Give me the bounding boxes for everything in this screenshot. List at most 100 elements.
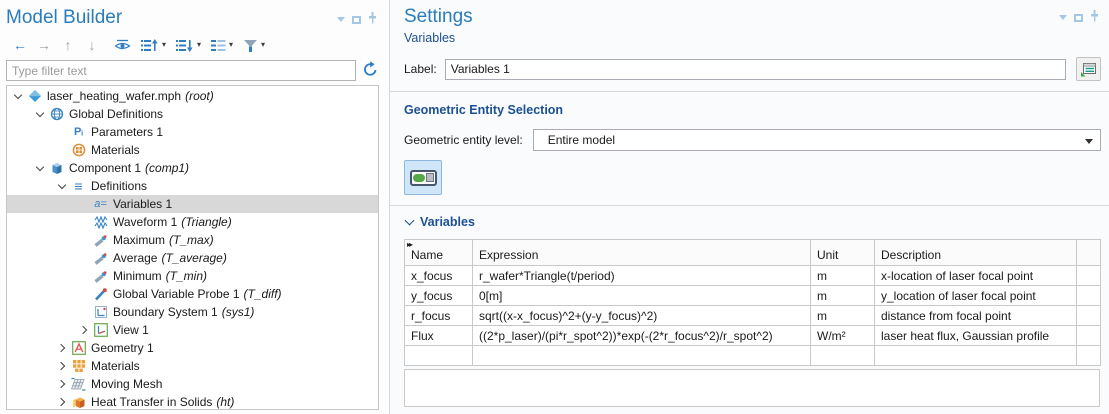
tree-item-maximum[interactable]: Maximum (T_max) [7,231,378,249]
cell-expression[interactable]: r_wafer*Triangle(t/period) [473,266,811,286]
chevron-down-icon[interactable]: ▾ [197,41,201,49]
tree-item-geometry1[interactable]: Geometry 1 [7,339,378,357]
cell-description[interactable]: distance from focal point [875,306,1077,326]
float-window-icon[interactable] [352,16,361,24]
chevron-spacer [77,251,92,265]
cell-expression[interactable]: 0[m] [473,286,811,306]
cell-name[interactable]: y_focus [405,286,473,306]
tree-item-waveform1[interactable]: Waveform 1 (Triangle) [7,213,378,231]
tree-filter-input[interactable] [6,60,356,81]
chevron-down-icon[interactable] [33,107,48,121]
cell-name[interactable]: r_focus [405,306,473,326]
tree-item-root[interactable]: laser_heating_wafer.mph (root) [7,87,378,105]
cell-spacer [1077,266,1101,286]
cell-name[interactable]: x_focus [405,266,473,286]
show-in-table-button[interactable] [1076,57,1101,81]
cell-description[interactable]: x-location of laser focal point [875,266,1077,286]
tree-item-view1[interactable]: View 1 [7,321,378,339]
table-empty-row[interactable] [405,346,1101,366]
chevron-right-icon[interactable] [55,359,70,373]
forward-arrow-icon[interactable]: → [32,36,56,54]
chevron-down-icon[interactable] [33,161,48,175]
column-header-expression[interactable]: Expression [473,240,811,266]
expand-tree-button[interactable]: ▾ [141,39,166,52]
panel-menu-caret-icon[interactable] [1059,15,1067,20]
column-header-unit[interactable]: Unit [811,240,875,266]
tree-item-label: Waveform 1 [113,215,177,229]
column-header-description[interactable]: Description [875,240,1077,266]
pin-window-icon[interactable] [1090,10,1099,25]
filter-button[interactable]: ▾ [243,39,265,52]
cell-unit: m [811,306,875,326]
cell-name[interactable] [405,346,473,366]
chevron-right-icon[interactable] [55,341,70,355]
tree-item-moving-mesh[interactable]: Moving Mesh [7,375,378,393]
tree-item-parameters[interactable]: Parameters 1 [7,123,378,141]
tree-item-materials-global[interactable]: Materials [7,141,378,159]
probe-icon [92,269,109,283]
cell-name[interactable]: Flux [405,326,473,346]
cell-expression[interactable] [473,346,811,366]
label-field-caption: Label: [404,62,437,76]
settings-window-controls [1059,10,1099,25]
variable-row-flux[interactable]: Flux ((2*p_laser)/(pi*r_spot^2))*exp(-(2… [405,326,1101,346]
tree-item-global-variable-probe[interactable]: Global Variable Probe 1 (T_diff) [7,285,378,303]
column-header-name[interactable]: ▸▸ Name [405,240,473,266]
variables-section-header[interactable]: Variables [404,215,1101,229]
panel-menu-caret-icon[interactable] [337,17,345,22]
chevron-down-icon[interactable]: ▾ [162,41,166,49]
globe-icon [48,107,65,121]
move-up-arrow-icon[interactable]: ↑ [56,36,80,54]
label-input[interactable] [445,59,1066,80]
chevron-right-icon[interactable] [55,395,70,409]
back-arrow-icon[interactable]: ← [8,36,32,54]
variables-icon [92,198,109,210]
show-eye-icon[interactable] [114,36,131,54]
cell-description[interactable]: y_location of laser focal point [875,286,1077,306]
chevron-down-icon[interactable]: ▾ [261,41,265,49]
chevron-down-icon[interactable] [55,179,70,193]
tree-item-label: Geometry 1 [91,341,154,355]
active-selection-toggle-button[interactable] [404,160,442,195]
section-divider [390,91,1109,92]
chevron-right-icon[interactable] [77,323,92,337]
cell-description[interactable] [875,346,1077,366]
variables-section-title: Variables [420,215,475,229]
tree-item-minimum[interactable]: Minimum (T_min) [7,267,378,285]
entity-level-dropdown[interactable]: Entire model [533,129,1101,151]
tree-item-materials-component[interactable]: Materials [7,357,378,375]
tree-item-average[interactable]: Average (T_average) [7,249,378,267]
chevron-down-icon[interactable] [11,89,26,103]
model-root-icon [26,89,43,103]
tree-item-label: Component 1 [69,161,141,175]
chevron-down-icon[interactable] [404,216,420,228]
model-builder-window-controls [337,12,377,27]
tree-item-boundary-system[interactable]: Boundary System 1 (sys1) [7,303,378,321]
tree-item-label: Moving Mesh [91,377,162,391]
variable-row-y-focus[interactable]: y_focus 0[m] m y_location of laser focal… [405,286,1101,306]
tree-item-component1[interactable]: Component 1 (comp1) [7,159,378,177]
tree-item-label: Definitions [91,179,147,193]
cell-spacer [1077,346,1101,366]
tree-item-heat-transfer[interactable]: Heat Transfer in Solids (ht) [7,393,378,410]
chevron-right-icon[interactable] [55,377,70,391]
chevron-down-icon[interactable]: ▾ [229,41,233,49]
chevron-down-icon [1085,139,1093,144]
refresh-icon[interactable] [362,61,379,80]
definitions-icon [70,178,87,194]
tree-item-global-definitions[interactable]: Global Definitions [7,105,378,123]
cell-description[interactable]: laser heat flux, Gaussian profile [875,326,1077,346]
move-down-arrow-icon[interactable]: ↓ [80,36,104,54]
tree-item-variables1[interactable]: Variables 1 [7,195,378,213]
row-marker-icon: ▸▸ [407,240,411,249]
cell-spacer [1077,286,1101,306]
cell-expression[interactable]: ((2*p_laser)/(pi*r_spot^2))*exp(-(2*r_fo… [473,326,811,346]
variable-row-r-focus[interactable]: r_focus sqrt((x-x_focus)^2+(y-y_focus)^2… [405,306,1101,326]
cell-expression[interactable]: sqrt((x-x_focus)^2+(y-y_focus)^2) [473,306,811,326]
tree-item-definitions[interactable]: Definitions [7,177,378,195]
model-tree-node-text-button[interactable]: ▾ [211,39,233,52]
pin-window-icon[interactable] [368,12,377,27]
collapse-tree-button[interactable]: ▾ [176,39,201,52]
float-window-icon[interactable] [1074,14,1083,22]
variable-row-x-focus[interactable]: x_focus r_wafer*Triangle(t/period) m x-l… [405,266,1101,286]
